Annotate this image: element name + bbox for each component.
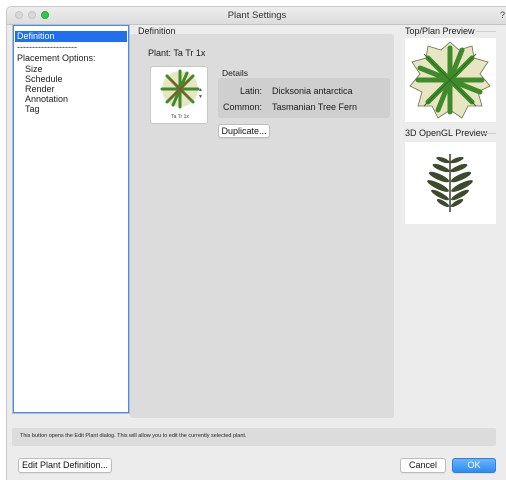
plant-stepper[interactable]: ▲ ▼ [198, 88, 203, 100]
status-bar: This button opens the Edit Plant dialog.… [12, 428, 496, 446]
latin-value: Dicksonia antarctica [272, 86, 353, 96]
common-value: Tasmanian Tree Fern [272, 102, 358, 112]
plant-name-label: Plant: Ta Tr 1x [148, 48, 206, 58]
title-bar: Plant Settings ? [7, 7, 506, 25]
help-button[interactable]: ? [500, 10, 505, 20]
status-text: This button opens the Edit Plant dialog.… [20, 433, 247, 439]
divider [483, 133, 496, 134]
sidebar-separator: -------------------- [17, 42, 77, 52]
latin-label: Latin: [239, 86, 262, 96]
opengl-preview-title: 3D OpenGL Preview [405, 128, 488, 138]
common-label: Common: [222, 102, 262, 112]
sidebar-list[interactable]: Definition -------------------- Placemen… [12, 24, 130, 414]
fern-3d-icon [427, 154, 473, 212]
thumbnail-caption: Ta Tr 1x [171, 114, 189, 120]
opengl-preview [405, 142, 496, 224]
fern-top-view-icon [409, 41, 491, 119]
edit-plant-definition-button[interactable]: Edit Plant Definition... [18, 458, 112, 473]
divider [476, 31, 496, 32]
details-box: Latin: Dicksonia antarctica Common: Tasm… [218, 78, 390, 118]
top-plan-preview [405, 38, 496, 122]
cancel-button[interactable]: Cancel [400, 458, 446, 473]
ok-button[interactable]: OK [452, 458, 496, 473]
sidebar-item-definition[interactable]: Definition [15, 31, 127, 42]
sidebar-item-tag[interactable]: Tag [25, 104, 40, 115]
chevron-up-icon[interactable]: ▲ [198, 88, 203, 93]
details-title: Details [222, 68, 248, 78]
chevron-down-icon[interactable]: ▼ [198, 95, 203, 100]
top-plan-preview-title: Top/Plan Preview [405, 26, 475, 36]
duplicate-button[interactable]: Duplicate... [218, 124, 270, 138]
sidebar-heading-placement-options: Placement Options: [17, 53, 96, 63]
window-title: Plant Settings [227, 10, 287, 21]
